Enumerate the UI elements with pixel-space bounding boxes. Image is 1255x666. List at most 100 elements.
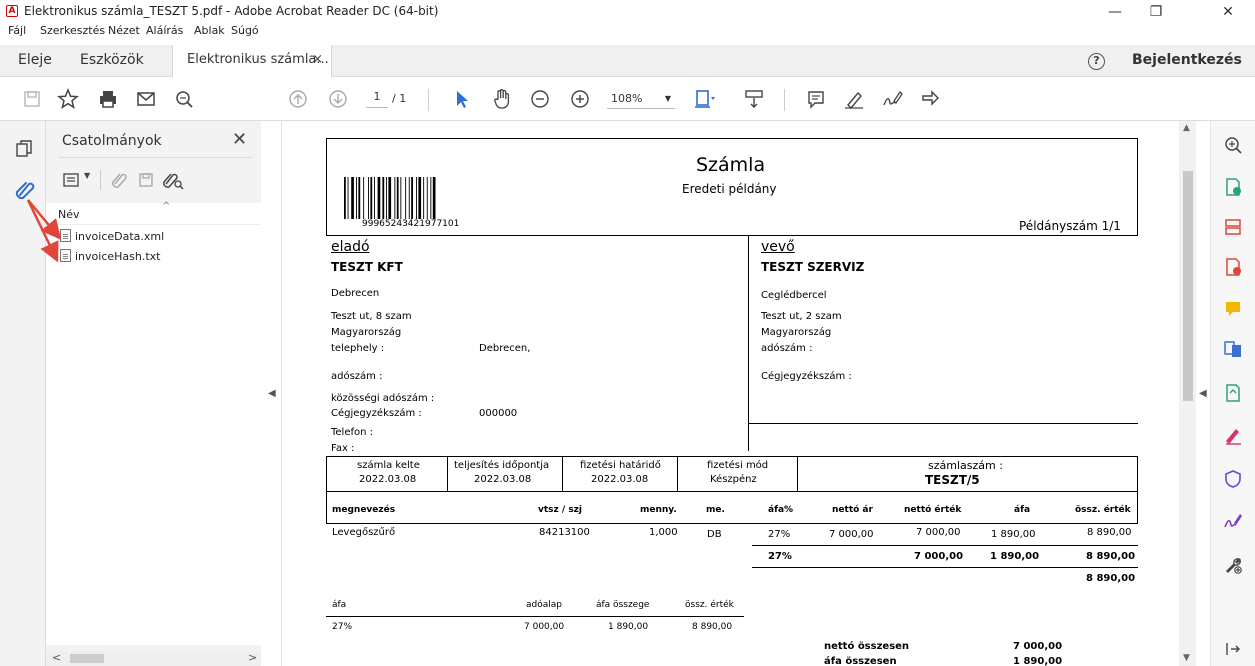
document-viewer[interactable]: 99965243421977101 Számla Eredeti példány…	[281, 121, 1177, 666]
vat-row-base: 7 000,00	[524, 622, 565, 632]
combine-files-icon[interactable]	[1223, 339, 1243, 359]
scroll-left-icon[interactable]: <	[52, 651, 61, 664]
zoom-value: 108%	[611, 92, 643, 105]
frame-line	[1137, 138, 1138, 236]
item-tariff: 84213100	[539, 527, 590, 538]
performance-date-label: teljesítés időpontja	[454, 460, 550, 471]
grand-total: 8 890,00	[1086, 573, 1136, 584]
vat-row-rate: 27%	[332, 622, 353, 632]
sign-in-button[interactable]: Bejelentkezés	[1132, 52, 1242, 68]
menu-window[interactable]: Ablak	[194, 24, 225, 37]
create-pdf-icon[interactable]	[1223, 257, 1243, 277]
scroll-mode-icon[interactable]	[742, 87, 766, 111]
issue-date: 2022.03.08	[359, 474, 417, 485]
request-signature-icon[interactable]	[1223, 511, 1243, 531]
scroll-thumb[interactable]	[1183, 171, 1193, 401]
seller-site-label: telephely :	[331, 343, 385, 354]
seller-phone-label: Telefon :	[331, 427, 374, 438]
zoom-in-icon[interactable]	[568, 87, 592, 111]
seller-name: TESZT KFT	[331, 260, 403, 274]
seller-eu-tax-label: közösségi adószám :	[331, 393, 435, 404]
fit-page-icon[interactable]	[692, 87, 716, 111]
vertical-scrollbar[interactable]: ▲ ▼	[1179, 121, 1196, 666]
frame-line	[1137, 491, 1138, 523]
comment-icon[interactable]	[804, 87, 828, 111]
more-tools-icon[interactable]	[1223, 555, 1243, 575]
col-total: össz. érték	[1075, 505, 1131, 515]
export-pdf-icon[interactable]	[1223, 177, 1243, 197]
prev-page-icon[interactable]	[286, 87, 310, 111]
search-attachment-icon[interactable]	[162, 170, 184, 190]
fill-sign-icon[interactable]	[1223, 425, 1243, 445]
seller-country: Magyarország	[331, 327, 402, 338]
search-icon[interactable]	[172, 87, 196, 111]
maximize-button[interactable]: ❐	[1136, 2, 1176, 22]
minimize-button[interactable]: —	[1095, 2, 1135, 22]
help-icon[interactable]: ?	[1088, 53, 1105, 70]
protect-shield-icon[interactable]	[1223, 469, 1243, 489]
page-number-input[interactable]: 1	[366, 90, 388, 108]
hand-tool-icon[interactable]	[490, 87, 514, 111]
organize-pages-icon[interactable]	[1223, 217, 1243, 237]
zoom-search-icon[interactable]	[1223, 135, 1243, 155]
barcode-number: 99965243421977101	[362, 219, 460, 229]
next-page-icon[interactable]	[326, 87, 350, 111]
col-unit: me.	[706, 505, 725, 515]
vat-col-total: össz. érték	[685, 600, 734, 610]
tab-bar: Eleje Eszközök Elektronikus számla... × …	[0, 45, 1255, 77]
item-vat: 1 890,00	[991, 529, 1036, 540]
copy-number: Példányszám 1/1	[1019, 219, 1121, 233]
tab-close-button[interactable]: ×	[312, 45, 323, 75]
menu-help[interactable]: Súgó	[231, 24, 259, 37]
collapse-panel-icon[interactable]: ◀	[268, 388, 276, 399]
vat-row-total: 8 890,00	[692, 622, 733, 632]
seller-label: eladó	[331, 239, 370, 255]
seller-tax-label: adószám :	[331, 371, 383, 382]
frame-line	[326, 491, 327, 523]
highlight-pen-icon[interactable]	[842, 87, 866, 111]
frame-line	[748, 423, 1138, 424]
buyer-country: Magyarország	[761, 327, 832, 338]
compress-pdf-icon[interactable]	[1223, 383, 1243, 403]
tab-document[interactable]: Elektronikus számla... ×	[172, 45, 332, 77]
net-total: 7 000,00	[1013, 641, 1063, 652]
barcode-image	[344, 177, 436, 219]
col-tariff: vtsz / szj	[538, 505, 582, 515]
pdf-page: 99965243421977101 Számla Eredeti példány…	[281, 121, 1177, 666]
col-qty: menny.	[640, 505, 677, 515]
item-qty: 1,000	[649, 527, 678, 538]
buyer-name: TESZT SZERVIZ	[761, 260, 865, 274]
share-icon[interactable]	[918, 87, 942, 111]
scroll-right-icon[interactable]: >	[248, 651, 257, 664]
scroll-down-icon[interactable]: ▼	[1183, 653, 1190, 663]
comment-tool-icon[interactable]	[1223, 299, 1243, 319]
vat-col-base: adóalap	[526, 600, 562, 610]
item-net-price: 7 000,00	[829, 529, 874, 540]
horizontal-scrollbar[interactable]: < >	[46, 651, 261, 666]
sign-icon[interactable]	[880, 87, 904, 111]
collapse-tools-icon[interactable]: ◀	[1199, 388, 1207, 399]
chevron-down-icon: ▼	[664, 94, 671, 103]
scroll-up-icon[interactable]: ▲	[1183, 123, 1190, 133]
due-date: 2022.03.08	[591, 474, 649, 485]
subtotal-net: 7 000,00	[914, 551, 964, 562]
item-unit: DB	[707, 529, 722, 540]
invoice-number-label: számlaszám :	[928, 459, 1003, 472]
save-attachment-icon[interactable]	[136, 170, 156, 190]
col-vat: áfa	[1014, 505, 1031, 515]
panel-close-button[interactable]: ✕	[232, 129, 247, 150]
menu-sign[interactable]: Aláírás	[146, 24, 183, 37]
zoom-select[interactable]: 108% ▼	[607, 89, 675, 109]
net-total-label: nettó összesen	[824, 641, 910, 652]
close-window-button[interactable]: ✕	[1208, 2, 1248, 22]
email-icon[interactable]	[134, 87, 158, 111]
expand-panel-icon[interactable]	[1223, 639, 1243, 659]
issue-date-label: számla kelte	[357, 460, 420, 471]
vat-col-rate: áfa	[332, 600, 347, 610]
item-vat-rate: 27%	[768, 529, 791, 540]
frame-line	[752, 545, 1138, 546]
frame-line	[677, 456, 678, 492]
scroll-thumb[interactable]	[70, 654, 104, 663]
select-cursor-icon[interactable]	[450, 87, 474, 111]
zoom-out-icon[interactable]	[528, 87, 552, 111]
